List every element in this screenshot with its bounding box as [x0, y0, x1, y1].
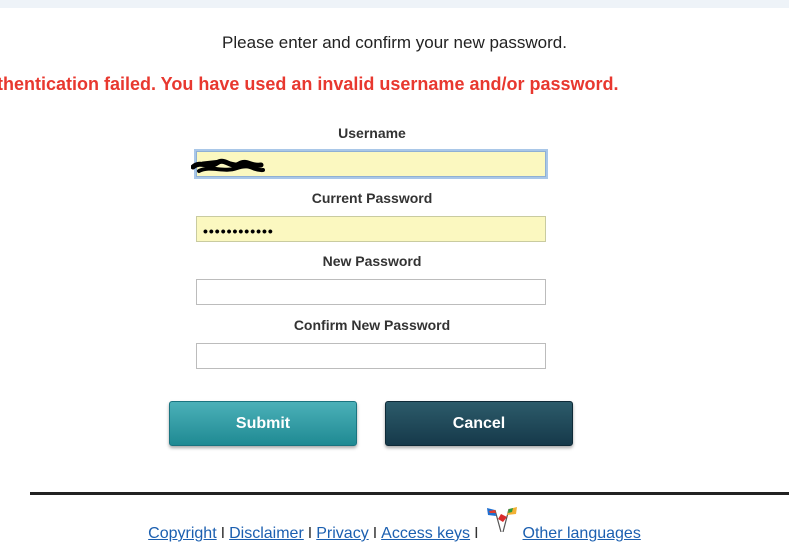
- new-password-field[interactable]: [196, 279, 546, 305]
- username-label: Username: [338, 125, 406, 141]
- disclaimer-link[interactable]: Disclaimer: [229, 525, 304, 542]
- instruction-text: Please enter and confirm your new passwo…: [222, 33, 567, 52]
- separator: I: [220, 525, 226, 542]
- copyright-link[interactable]: Copyright: [148, 525, 216, 542]
- confirm-password-field[interactable]: [196, 343, 546, 369]
- username-field[interactable]: [191, 151, 546, 177]
- top-bar: [0, 0, 789, 8]
- new-password-label: New Password: [322, 253, 422, 269]
- footer-links: Copyright I Disclaimer I Privacy I Access keys…: [0, 507, 789, 545]
- scribble-redaction-icon: [191, 158, 265, 173]
- cancel-button[interactable]: Cancel: [385, 401, 573, 446]
- separator: I: [372, 525, 378, 542]
- error-message: uthentication failed. You have used an i…: [0, 74, 619, 94]
- flags-icon: [485, 506, 519, 537]
- other-languages-link[interactable]: Other languages: [523, 525, 641, 542]
- access-keys-link[interactable]: Access keys: [381, 525, 470, 542]
- current-password-value: ••••••••••••: [203, 223, 274, 239]
- footer-divider: [30, 492, 789, 495]
- current-password-field[interactable]: ••••••••••••: [196, 216, 546, 242]
- confirm-password-label: Confirm New Password: [293, 317, 451, 333]
- current-password-label: Current Password: [311, 190, 433, 206]
- separator: I: [307, 525, 313, 542]
- separator: I: [474, 525, 479, 542]
- submit-button[interactable]: Submit: [169, 401, 357, 446]
- privacy-link[interactable]: Privacy: [316, 525, 368, 542]
